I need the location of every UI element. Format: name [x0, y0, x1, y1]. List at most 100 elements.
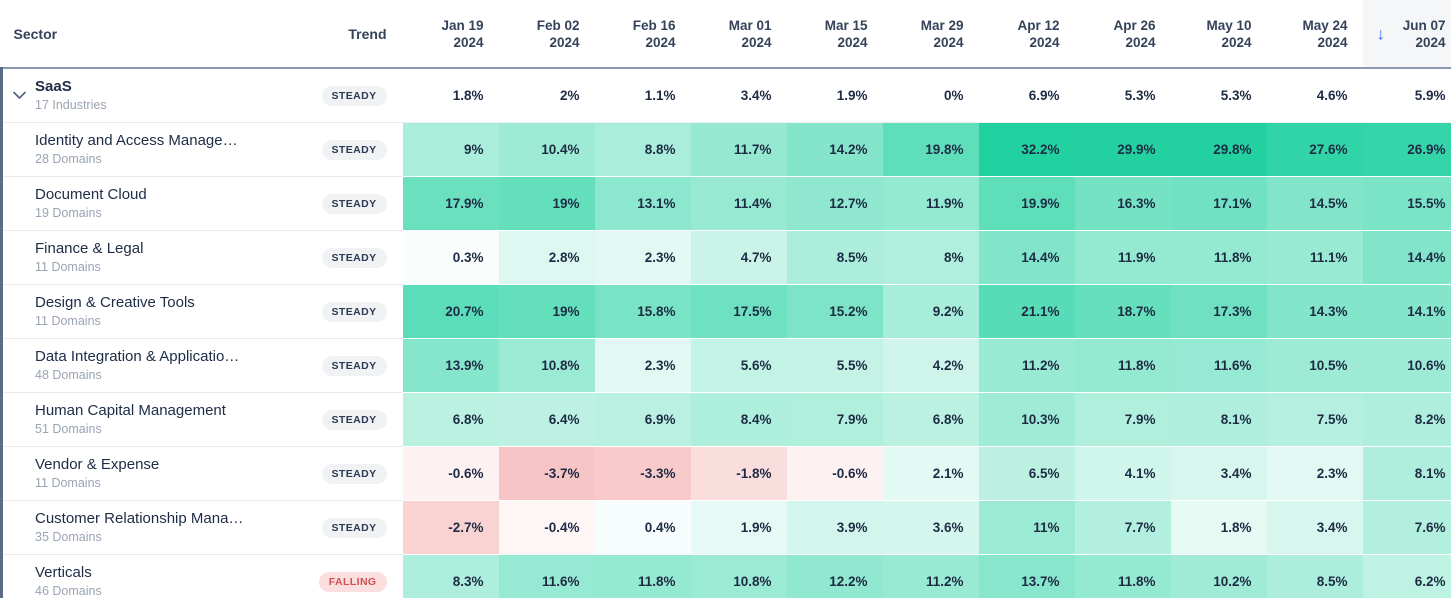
- column-header-date-8[interactable]: May 10 2024: [1170, 0, 1267, 69]
- value-cell[interactable]: 19.8%: [882, 122, 979, 177]
- value-cell[interactable]: 4.6%: [1266, 68, 1363, 123]
- value-cell[interactable]: 8.3%: [402, 554, 499, 598]
- value-cell[interactable]: 10.3%: [978, 392, 1075, 447]
- value-cell[interactable]: 13.9%: [402, 338, 499, 393]
- value-cell[interactable]: 7.9%: [1074, 392, 1171, 447]
- table-row[interactable]: Customer Relationship Mana… 35 Domains STE…: [0, 500, 1451, 555]
- value-cell[interactable]: 11.9%: [1074, 230, 1171, 285]
- column-header-sector[interactable]: Sector: [1, 0, 292, 69]
- value-cell[interactable]: 3.9%: [786, 500, 883, 555]
- value-cell[interactable]: -0.6%: [402, 446, 499, 501]
- column-header-date-3[interactable]: Mar 01 2024: [690, 0, 787, 69]
- value-cell[interactable]: 2.8%: [498, 230, 595, 285]
- value-cell[interactable]: 2%: [498, 68, 595, 123]
- sector-cell[interactable]: Vendor & Expense 11 Domains: [0, 446, 292, 501]
- value-cell[interactable]: 10.4%: [498, 122, 595, 177]
- value-cell[interactable]: 17.9%: [402, 176, 499, 231]
- value-cell[interactable]: 10.5%: [1266, 338, 1363, 393]
- value-cell[interactable]: -0.4%: [498, 500, 595, 555]
- column-header-date-10[interactable]: ↓ Jun 07 2024: [1362, 0, 1451, 69]
- value-cell[interactable]: 27.6%: [1266, 122, 1363, 177]
- value-cell[interactable]: -0.6%: [786, 446, 883, 501]
- sector-cell[interactable]: Human Capital Management 51 Domains: [0, 392, 292, 447]
- value-cell[interactable]: 2.3%: [594, 230, 691, 285]
- table-row[interactable]: Design & Creative Tools 11 Domains STEADY 2…: [0, 284, 1451, 339]
- value-cell[interactable]: 0.4%: [594, 500, 691, 555]
- table-row[interactable]: Human Capital Management 51 Domains STEADY…: [0, 392, 1451, 447]
- value-cell[interactable]: 11.6%: [1170, 338, 1267, 393]
- value-cell[interactable]: 1.9%: [786, 68, 883, 123]
- value-cell[interactable]: 32.2%: [978, 122, 1075, 177]
- value-cell[interactable]: 11.8%: [1074, 338, 1171, 393]
- value-cell[interactable]: 14.4%: [1362, 230, 1451, 285]
- value-cell[interactable]: 7.5%: [1266, 392, 1363, 447]
- value-cell[interactable]: 14.1%: [1362, 284, 1451, 339]
- value-cell[interactable]: 11.1%: [1266, 230, 1363, 285]
- value-cell[interactable]: 11.7%: [690, 122, 787, 177]
- value-cell[interactable]: 9%: [402, 122, 499, 177]
- value-cell[interactable]: 8.5%: [1266, 554, 1363, 598]
- sector-cell[interactable]: Design & Creative Tools 11 Domains: [0, 284, 292, 339]
- value-cell[interactable]: 11.4%: [690, 176, 787, 231]
- value-cell[interactable]: 15.5%: [1362, 176, 1451, 231]
- value-cell[interactable]: 17.3%: [1170, 284, 1267, 339]
- value-cell[interactable]: 12.2%: [786, 554, 883, 598]
- value-cell[interactable]: 19.9%: [978, 176, 1075, 231]
- table-row[interactable]: Document Cloud 19 Domains STEADY 17.9% 19% 13…: [0, 176, 1451, 231]
- value-cell[interactable]: 8.4%: [690, 392, 787, 447]
- value-cell[interactable]: 8.8%: [594, 122, 691, 177]
- sector-cell[interactable]: Document Cloud 19 Domains: [0, 176, 292, 231]
- value-cell[interactable]: 3.4%: [1266, 500, 1363, 555]
- value-cell[interactable]: 13.1%: [594, 176, 691, 231]
- value-cell[interactable]: 19%: [498, 284, 595, 339]
- table-row[interactable]: Vendor & Expense 11 Domains STEADY -0.6% -3.…: [0, 446, 1451, 501]
- value-cell[interactable]: 6.8%: [882, 392, 979, 447]
- value-cell[interactable]: 3.4%: [690, 68, 787, 123]
- table-row[interactable]: Finance & Legal 11 Domains STEADY 0.3% 2.8% 2…: [0, 230, 1451, 285]
- value-cell[interactable]: 11.2%: [882, 554, 979, 598]
- value-cell[interactable]: 5.6%: [690, 338, 787, 393]
- value-cell[interactable]: 19%: [498, 176, 595, 231]
- value-cell[interactable]: 5.5%: [786, 338, 883, 393]
- value-cell[interactable]: 1.9%: [690, 500, 787, 555]
- value-cell[interactable]: 5.9%: [1362, 68, 1451, 123]
- sector-cell[interactable]: Customer Relationship Mana… 35 Domains: [0, 500, 292, 555]
- value-cell[interactable]: 11.6%: [498, 554, 595, 598]
- value-cell[interactable]: 6.2%: [1362, 554, 1451, 598]
- value-cell[interactable]: 17.1%: [1170, 176, 1267, 231]
- sector-cell[interactable]: Identity and Access Manage… 28 Domains: [0, 122, 292, 177]
- value-cell[interactable]: 1.8%: [1170, 500, 1267, 555]
- value-cell[interactable]: 14.2%: [786, 122, 883, 177]
- value-cell[interactable]: 1.8%: [402, 68, 499, 123]
- value-cell[interactable]: 2.1%: [882, 446, 979, 501]
- value-cell[interactable]: 2.3%: [594, 338, 691, 393]
- value-cell[interactable]: 16.3%: [1074, 176, 1171, 231]
- value-cell[interactable]: 29.8%: [1170, 122, 1267, 177]
- value-cell[interactable]: 11.8%: [594, 554, 691, 598]
- value-cell[interactable]: -2.7%: [402, 500, 499, 555]
- table-row[interactable]: Verticals 46 Domains FALLING 8.3% 11.6% 11.8%…: [0, 554, 1451, 598]
- value-cell[interactable]: 8%: [882, 230, 979, 285]
- value-cell[interactable]: 11.8%: [1170, 230, 1267, 285]
- value-cell[interactable]: 5.3%: [1170, 68, 1267, 123]
- column-header-date-6[interactable]: Apr 12 2024: [978, 0, 1075, 69]
- value-cell[interactable]: 6.9%: [594, 392, 691, 447]
- value-cell[interactable]: 15.2%: [786, 284, 883, 339]
- column-header-date-5[interactable]: Mar 29 2024: [882, 0, 979, 69]
- value-cell[interactable]: 11.8%: [1074, 554, 1171, 598]
- value-cell[interactable]: 14.4%: [978, 230, 1075, 285]
- sector-cell[interactable]: Data Integration & Applicatio… 48 Domains: [0, 338, 292, 393]
- table-row[interactable]: Data Integration & Applicatio… 48 Domains…: [0, 338, 1451, 393]
- table-row[interactable]: Identity and Access Manage… 28 Domains STE…: [0, 122, 1451, 177]
- value-cell[interactable]: -1.8%: [690, 446, 787, 501]
- value-cell[interactable]: 15.8%: [594, 284, 691, 339]
- column-header-date-9[interactable]: May 24 2024: [1266, 0, 1363, 69]
- sector-cell[interactable]: SaaS 17 Industries: [0, 68, 292, 123]
- value-cell[interactable]: 12.7%: [786, 176, 883, 231]
- value-cell[interactable]: 4.1%: [1074, 446, 1171, 501]
- value-cell[interactable]: 21.1%: [978, 284, 1075, 339]
- column-header-date-1[interactable]: Feb 02 2024: [498, 0, 595, 69]
- value-cell[interactable]: 14.3%: [1266, 284, 1363, 339]
- value-cell[interactable]: 4.7%: [690, 230, 787, 285]
- column-header-date-0[interactable]: Jan 19 2024: [402, 0, 499, 69]
